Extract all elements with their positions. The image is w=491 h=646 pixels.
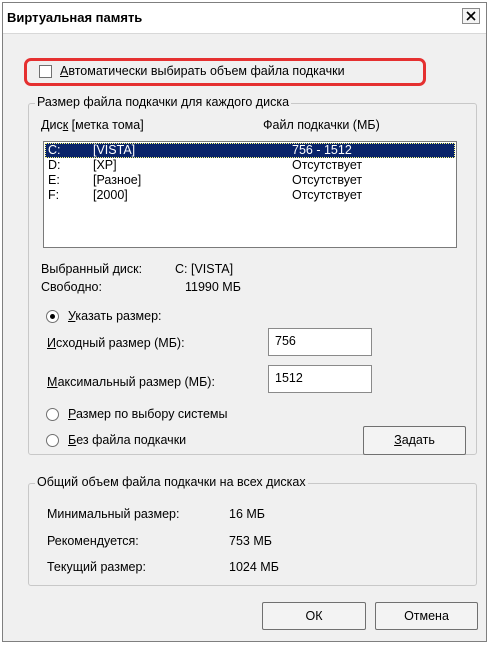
drive-pagefile: Отсутствует [292,158,363,172]
system-managed-label[interactable]: Размер по выбору системы [68,407,228,421]
initial-size-label-text: сходный размер (МБ): [55,336,185,350]
drive-label: [Разное] [93,173,142,187]
auto-manage-label[interactable]: Автоматически выбирать объем файла подка… [60,64,345,78]
drive-letter: C: [48,143,61,157]
free-space-label: Свободно: [41,280,102,294]
drive-row[interactable]: F: [2000] Отсутствует [45,188,455,203]
initial-size-input[interactable]: 756 [268,328,372,356]
column-header-drive-first: Дис [41,118,63,132]
drive-row[interactable]: C: [VISTA] 756 - 1512 [45,143,455,158]
drive-label: [VISTA] [93,143,136,157]
drive-letter: E: [48,173,60,187]
custom-size-label-text: казать размер: [75,309,162,323]
system-managed-label-text: азмер по выбору системы [75,407,228,421]
auto-manage-label-text: втоматически выбирать объем файла подкач… [68,64,345,78]
close-icon [466,11,476,21]
drive-pagefile: Отсутствует [292,173,363,187]
custom-size-radio[interactable] [46,310,59,323]
virtual-memory-dialog: Виртуальная память Автоматически выбират… [2,2,487,642]
selected-drive-label: Выбранный диск: [41,262,143,276]
max-size-label-text: аксимальный размер (МБ): [57,375,215,389]
current-size-label: Текущий размер: [47,560,146,574]
totals-group-legend: Общий объем файла подкачки на всех диска… [35,475,308,489]
drive-letter: D: [48,158,61,172]
no-paging-label-text: ез файла подкачки [76,433,187,447]
drives-listbox[interactable]: C: [VISTA] 756 - 1512 D: [XP] Отсутствуе… [43,141,457,248]
drive-label: [2000] [93,188,128,202]
ok-button[interactable]: ОК [262,602,366,630]
no-paging-radio[interactable] [46,434,59,447]
current-size-value: 1024 МБ [229,560,279,574]
column-header-drive: Диск [метка тома] [41,118,144,132]
max-size-label: Максимальный размер (МБ): [47,375,215,389]
drive-row[interactable]: D: [XP] Отсутствует [45,158,455,173]
min-size-label: Минимальный размер: [47,507,180,521]
drive-pagefile: 756 - 1512 [292,143,352,157]
auto-manage-checkbox[interactable] [39,65,52,78]
no-paging-label[interactable]: Без файла подкачки [68,433,186,447]
drives-group-legend: Размер файла подкачки для каждого диска [35,95,292,109]
title-bar: Виртуальная память [3,3,486,34]
selected-drive-value: C: [VISTA] [175,262,234,276]
drive-label: [XP] [93,158,117,172]
drive-pagefile: Отсутствует [292,188,363,202]
min-size-value: 16 МБ [229,507,265,521]
set-button-text: адать [401,433,435,447]
max-size-input[interactable]: 1512 [268,365,372,393]
recommended-value: 753 МБ [229,534,272,548]
drive-letter: F: [48,188,60,202]
column-header-drive-rest: [метка тома] [68,118,144,132]
column-header-pagefile: Файл подкачки (МБ) [263,118,380,132]
free-space-value: 11990 МБ [185,280,241,294]
custom-size-label[interactable]: Указать размер: [68,309,162,323]
set-button[interactable]: Задать [363,426,466,455]
system-managed-radio[interactable] [46,408,59,421]
cancel-button[interactable]: Отмена [375,602,478,630]
window-title: Виртуальная память [7,10,143,25]
drive-row[interactable]: E: [Разное] Отсутствует [45,173,455,188]
close-button[interactable] [462,8,480,24]
recommended-label: Рекомендуется: [47,534,139,548]
initial-size-label: Исходный размер (МБ): [47,336,185,350]
radio-selected-dot [50,314,55,319]
